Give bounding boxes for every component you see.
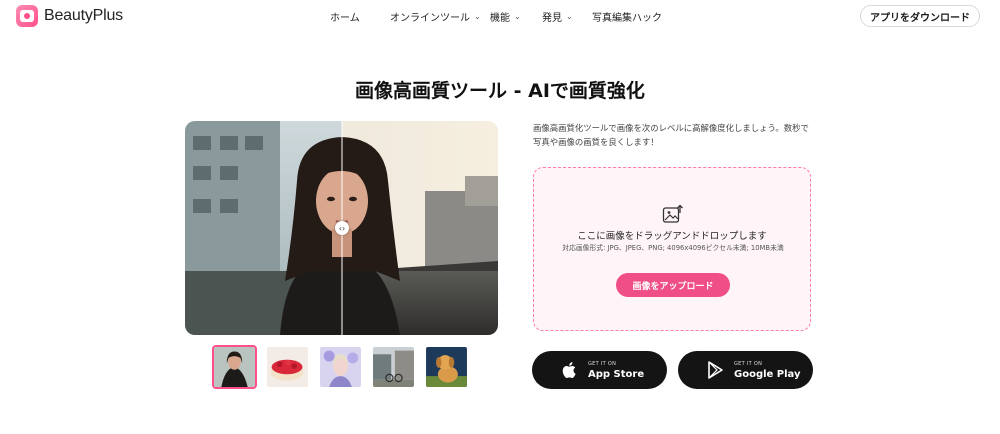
app-store-caption: GET IT ON [588,360,617,367]
google-play-label: Google Play [734,368,801,380]
thumbnail-street[interactable] [371,345,416,389]
google-play-button[interactable]: GET IT ON Google Play [678,351,813,389]
street-thumbnail-image [373,347,414,387]
left-right-arrows-icon[interactable]: ‹› [335,221,349,235]
thumbnail-portrait[interactable] [212,345,257,389]
app-store-button[interactable]: GET IT ON App Store [532,351,667,389]
flowers-thumbnail-image [320,347,361,387]
page-title: 画像高画質ツール - AIで画質強化 [355,80,645,102]
nav-label: 写真編集ハック [592,13,662,24]
beautyplus-logo-icon [16,5,38,27]
thumbnail-flowers-portrait[interactable] [318,345,363,389]
image-upload-icon [662,204,683,223]
main-nav: ホーム オンラインツール ⌄ 機能 ⌄ 発見 ⌄ 写真編集ハック [330,9,662,24]
chevron-down-icon: ⌄ [474,12,481,21]
site-header: BeautyPlus ホーム オンラインツール ⌄ 機能 ⌄ 発見 ⌄ 写真編集… [0,0,1000,32]
nav-item-home[interactable]: ホーム [330,9,388,24]
supported-formats: 対応画像形式: JPG、JPEG、PNG; 4096x4096ピクセル未満; 1… [562,244,784,252]
google-play-icon [708,361,723,379]
brand-name: BeautyPlus [44,7,123,24]
nav-item-features[interactable]: 機能 ⌄ [490,9,542,24]
chevron-down-icon: ⌄ [566,12,573,21]
upload-dropzone[interactable]: ここに画像をドラッグアンドドロップします 対応画像形式: JPG、JPEG、PN… [533,167,811,331]
upload-image-button[interactable]: 画像をアップロード [616,273,730,297]
chevron-down-icon: ⌄ [514,12,521,21]
nav-label: ホーム [330,13,360,24]
thumbnail-puppy[interactable] [424,345,469,389]
nav-item-photo-hacks[interactable]: 写真編集ハック [592,9,662,24]
before-after-comparison[interactable]: ‹› [185,121,498,335]
portrait-thumbnail-image [214,347,255,387]
tool-description: 画像高画質化ツールで画像を次のレベルに高解像度化しましょう。数秒で写真や画像の画… [533,123,809,147]
nav-label: オンラインツール [390,13,470,24]
download-app-button[interactable]: アプリをダウンロード [860,5,980,27]
puppy-thumbnail-image [426,347,467,387]
nav-label: 機能 [490,13,510,24]
nav-item-discover[interactable]: 発見 ⌄ [542,9,592,24]
drop-instruction: ここに画像をドラッグアンドドロップします [577,231,767,242]
apple-icon [562,362,576,378]
nav-label: 発見 [542,13,562,24]
google-play-caption: GET IT ON [734,360,763,367]
app-store-label: App Store [588,368,645,380]
brand-logo[interactable]: BeautyPlus [16,5,123,27]
sample-thumbnails [212,345,469,389]
thumbnail-cake[interactable] [265,345,310,389]
cake-thumbnail-image [267,347,308,387]
nav-item-online-tools[interactable]: オンラインツール ⌄ [390,9,490,24]
